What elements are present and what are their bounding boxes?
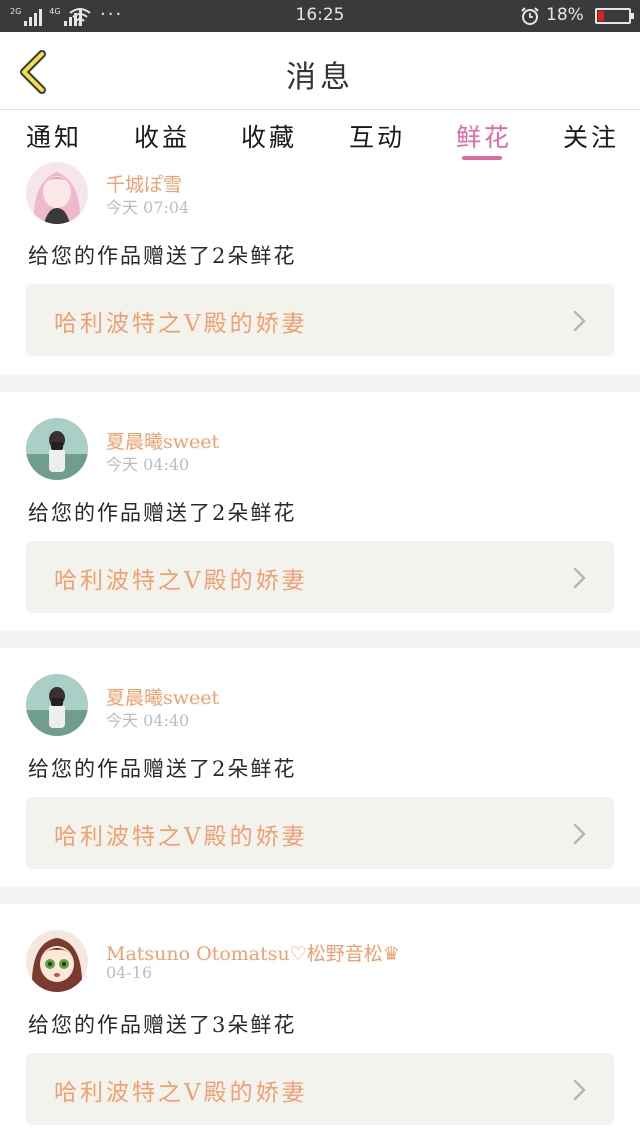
divider bbox=[0, 375, 640, 392]
girl-with-camera-avatar-icon bbox=[26, 674, 88, 736]
divider bbox=[0, 631, 640, 648]
message-text: 给您的作品赠送了3朵鲜花 bbox=[28, 1013, 297, 1037]
battery-icon bbox=[595, 8, 634, 24]
work-link[interactable]: 哈利波特之V殿的娇妻 bbox=[26, 284, 614, 356]
tab-notifications[interactable]: 通知 bbox=[26, 118, 82, 154]
avatar[interactable] bbox=[26, 930, 88, 992]
tab-earnings[interactable]: 收益 bbox=[134, 118, 190, 154]
message-time: 04-16 bbox=[106, 963, 153, 982]
work-link[interactable]: 哈利波特之V殿的娇妻 bbox=[26, 541, 614, 613]
tab-interactions[interactable]: 互动 bbox=[349, 118, 405, 154]
work-title: 哈利波特之V殿的娇妻 bbox=[54, 311, 308, 337]
chevron-right-icon bbox=[573, 310, 586, 332]
page-title: 消息 bbox=[286, 60, 354, 95]
tab-flowers[interactable]: 鲜花 bbox=[456, 118, 513, 160]
divider bbox=[0, 887, 640, 904]
chevron-right-icon bbox=[573, 823, 586, 845]
message-time: 今天 04:40 bbox=[106, 711, 190, 730]
list-item: 夏晨曦sweet 今天 04:40 给您的作品赠送了2朵鲜花 哈利波特之V殿的娇… bbox=[0, 392, 640, 631]
chevron-right-icon bbox=[573, 1079, 586, 1101]
header: 消息 bbox=[0, 32, 640, 110]
sender-name[interactable]: 夏晨曦sweet bbox=[106, 683, 219, 710]
status-bar: 2G 4G ··· 16:25 18% bbox=[0, 0, 640, 32]
message-time: 今天 04:40 bbox=[106, 455, 190, 474]
message-text: 给您的作品赠送了2朵鲜花 bbox=[28, 501, 297, 525]
tab-favorites[interactable]: 收藏 bbox=[241, 118, 297, 154]
chevron-right-icon bbox=[573, 567, 586, 589]
message-time: 今天 07:04 bbox=[106, 198, 190, 217]
pink-haired-girl-avatar-icon bbox=[26, 162, 88, 224]
girl-with-camera-avatar-icon bbox=[26, 418, 88, 480]
avatar[interactable] bbox=[26, 674, 88, 736]
message-list: 千城ぽ雪 今天 07:04 给您的作品赠送了2朵鲜花 哈利波特之V殿的娇妻 夏晨… bbox=[0, 162, 640, 1143]
sender-name[interactable]: Matsuno Otomatsu♡松野音松♛ bbox=[106, 939, 400, 966]
tab-flowers-label: 鲜花 bbox=[456, 123, 513, 152]
alarm-icon bbox=[521, 7, 539, 25]
list-item: Matsuno Otomatsu♡松野音松♛ 04-16 给您的作品赠送了3朵鲜… bbox=[0, 904, 640, 1143]
tab-bar: 通知 收益 收藏 互动 鲜花 关注 bbox=[0, 110, 640, 162]
message-text: 给您的作品赠送了2朵鲜花 bbox=[28, 757, 297, 781]
active-tab-indicator bbox=[462, 156, 503, 160]
battery-percent: 18% bbox=[546, 5, 584, 25]
status-time: 16:25 bbox=[295, 5, 345, 25]
work-title: 哈利波特之V殿的娇妻 bbox=[54, 824, 308, 850]
work-title: 哈利波特之V殿的娇妻 bbox=[54, 568, 308, 594]
tab-follows[interactable]: 关注 bbox=[563, 118, 619, 154]
work-link[interactable]: 哈利波特之V殿的娇妻 bbox=[26, 797, 614, 869]
anime-girl-green-eyes-avatar-icon bbox=[26, 930, 88, 992]
work-link[interactable]: 哈利波特之V殿的娇妻 bbox=[26, 1053, 614, 1125]
avatar[interactable] bbox=[26, 162, 88, 224]
avatar[interactable] bbox=[26, 418, 88, 480]
sender-name[interactable]: 夏晨曦sweet bbox=[106, 427, 219, 454]
list-item: 夏晨曦sweet 今天 04:40 给您的作品赠送了2朵鲜花 哈利波特之V殿的娇… bbox=[0, 648, 640, 887]
message-text: 给您的作品赠送了2朵鲜花 bbox=[28, 244, 297, 268]
sender-name[interactable]: 千城ぽ雪 bbox=[106, 170, 182, 197]
list-item: 千城ぽ雪 今天 07:04 给您的作品赠送了2朵鲜花 哈利波特之V殿的娇妻 bbox=[0, 162, 640, 375]
work-title: 哈利波特之V殿的娇妻 bbox=[54, 1080, 308, 1106]
